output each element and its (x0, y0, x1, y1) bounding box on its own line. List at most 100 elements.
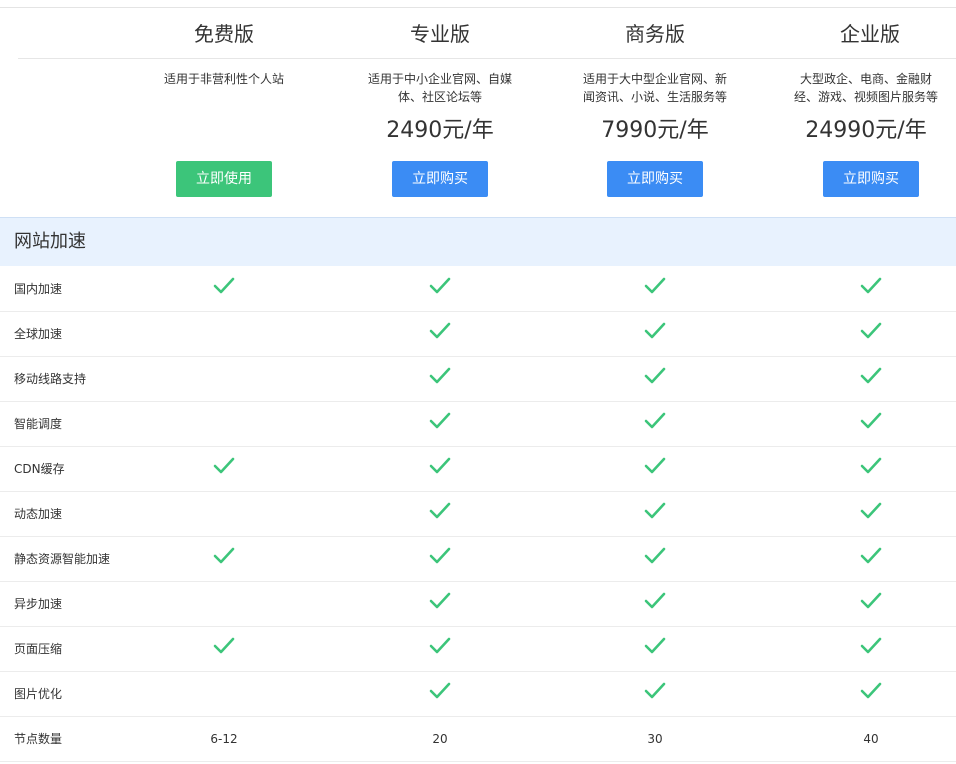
check-cell (410, 357, 470, 401)
check-cell (625, 312, 685, 356)
feature-row: 静态资源智能加速 (0, 537, 956, 582)
feature-row: 全球加速 (0, 312, 956, 357)
check-cell (625, 537, 685, 581)
feature-row: 图片优化 (0, 672, 956, 717)
plan-name: 企业版 (840, 22, 900, 46)
check-cell (410, 492, 470, 536)
check-icon (860, 457, 882, 474)
plan-name: 免费版 (194, 22, 254, 46)
check-cell (194, 267, 254, 311)
check-icon (429, 637, 451, 654)
check-icon (860, 547, 882, 564)
check-cell (625, 267, 685, 311)
check-icon (429, 367, 451, 384)
check-cell (841, 492, 901, 536)
check-cell (410, 582, 470, 626)
feature-row: CDN缓存 (0, 447, 956, 492)
feature-label: 国内加速 (14, 282, 63, 296)
check-icon (644, 457, 666, 474)
check-cell (841, 627, 901, 671)
plan-description: 适用于大中型企业官网、新 闻资讯、小说、生活服务等 (561, 70, 749, 106)
check-icon (429, 682, 451, 699)
plan-name: 商务版 (625, 22, 685, 46)
feature-row: 智能调度 (0, 402, 956, 447)
feature-value: 40 (863, 732, 879, 746)
plan-description-line: 闻资讯、小说、生活服务等 (582, 90, 727, 104)
check-icon (644, 322, 666, 339)
check-icon (429, 322, 451, 339)
check-icon (429, 592, 451, 609)
plan-column-pro: 专业版 适用于中小企业官网、自媒 体、社区论坛等 2490元/年 立即购买 (346, 8, 534, 217)
plan-description-line: 适用于非营利性个人站 (163, 72, 284, 86)
feature-value: 20 (432, 732, 448, 746)
check-icon (860, 502, 882, 519)
buy-now-button-business[interactable]: 立即购买 (607, 161, 703, 197)
feature-row: 国内加速 (0, 267, 956, 312)
check-cell (410, 672, 470, 716)
check-icon (860, 592, 882, 609)
check-cell (625, 627, 685, 671)
check-cell (410, 312, 470, 356)
check-icon (860, 412, 882, 429)
buy-now-button-enterprise[interactable]: 立即购买 (823, 161, 919, 197)
check-cell (841, 447, 901, 491)
feature-value: 30 (647, 732, 663, 746)
plan-description: 大型政企、电商、金融财 经、游戏、视频图片服务等 (776, 70, 956, 106)
check-icon (644, 637, 666, 654)
check-icon (644, 367, 666, 384)
buy-now-button-pro[interactable]: 立即购买 (392, 161, 488, 197)
plan-description-line: 适用于大中型企业官网、新 (582, 72, 727, 86)
feature-row: 动态加速 (0, 492, 956, 537)
plan-description-line: 大型政企、电商、金融财 (799, 72, 932, 86)
feature-label: CDN缓存 (14, 462, 65, 476)
check-icon (644, 277, 666, 294)
check-cell (410, 627, 470, 671)
plan-column-free: 免费版 适用于非营利性个人站 立即使用 (130, 8, 318, 217)
check-icon (429, 502, 451, 519)
check-cell (625, 672, 685, 716)
feature-label: 异步加速 (14, 597, 63, 611)
check-cell (625, 492, 685, 536)
plan-description-line: 体、社区论坛等 (397, 90, 482, 104)
section-title: 网站加速 (14, 231, 86, 252)
feature-label: 智能调度 (14, 417, 63, 431)
check-icon (429, 547, 451, 564)
check-cell (841, 312, 901, 356)
check-cell (194, 627, 254, 671)
plan-column-enterprise: 企业版 大型政企、电商、金融财 经、游戏、视频图片服务等 24990元/年 立即… (776, 8, 956, 217)
check-cell (194, 447, 254, 491)
feature-label: 图片优化 (14, 687, 63, 701)
check-icon (429, 412, 451, 429)
plan-price: 2490元/年 (386, 118, 494, 143)
section-header: 网站加速 (0, 217, 956, 266)
check-icon (213, 547, 235, 564)
plan-name: 专业版 (410, 22, 470, 46)
plans-header: 免费版 适用于非营利性个人站 立即使用 专业版 适用于中小企业官网、自媒 体、社… (0, 8, 956, 217)
check-icon (429, 457, 451, 474)
check-cell (841, 582, 901, 626)
check-cell (410, 402, 470, 446)
check-cell (841, 357, 901, 401)
feature-row: 异步加速 (0, 582, 956, 627)
plan-description-line: 适用于中小企业官网、自媒 (367, 72, 512, 86)
plan-description-line: 经、游戏、视频图片服务等 (793, 90, 938, 104)
plan-description: 适用于中小企业官网、自媒 体、社区论坛等 (346, 70, 534, 106)
check-icon (644, 682, 666, 699)
check-icon (213, 637, 235, 654)
check-cell (841, 402, 901, 446)
feature-label: 页面压缩 (14, 642, 63, 656)
feature-row: 移动线路支持 (0, 357, 956, 402)
check-icon (429, 277, 451, 294)
check-cell (841, 537, 901, 581)
check-cell (410, 537, 470, 581)
check-icon (644, 547, 666, 564)
check-icon (860, 277, 882, 294)
feature-row: 节点数量 6-12 20 30 40 (0, 717, 956, 762)
use-now-button[interactable]: 立即使用 (176, 161, 272, 197)
check-cell (625, 582, 685, 626)
plan-column-business: 商务版 适用于大中型企业官网、新 闻资讯、小说、生活服务等 7990元/年 立即… (561, 8, 749, 217)
check-cell (625, 402, 685, 446)
plan-price: 24990元/年 (805, 118, 927, 143)
feature-row: 页面压缩 (0, 627, 956, 672)
check-icon (213, 457, 235, 474)
